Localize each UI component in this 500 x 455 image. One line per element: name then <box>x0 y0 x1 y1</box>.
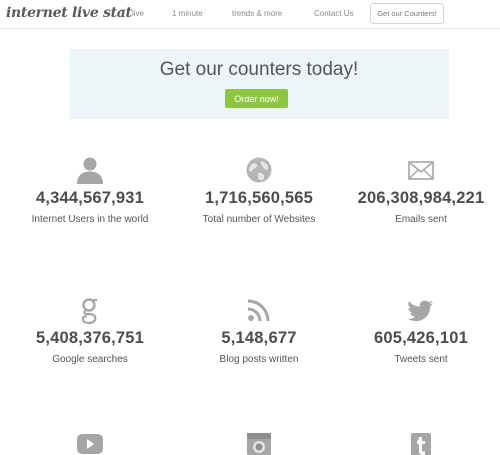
stat-youtube <box>7 431 173 455</box>
stat-label: Blog posts written <box>219 354 299 365</box>
instagram-icon <box>244 431 274 455</box>
stat-label: Total number of Websites <box>202 214 316 225</box>
promo-banner: Get our counters today! Order now! <box>69 49 449 119</box>
get-counters-button[interactable]: Get our Counters! <box>370 3 444 24</box>
stat-label: Internet Users in the world <box>31 214 149 225</box>
stat-emails: 206,308,984,221 Emails sent <box>338 155 500 225</box>
twitter-icon <box>406 295 436 325</box>
stat-value: 5,148,677 <box>221 329 297 347</box>
stat-tweets: 605,426,101 Tweets sent <box>338 295 500 365</box>
stat-blog-posts: 5,148,677 Blog posts written <box>176 295 342 365</box>
stat-internet-users: 4,344,567,931 Internet Users in the worl… <box>7 155 173 225</box>
tumblr-icon <box>406 431 436 455</box>
youtube-icon <box>75 431 105 455</box>
nav-link-trends[interactable]: trends & more <box>232 9 282 18</box>
promo-title: Get our counters today! <box>159 59 359 80</box>
site-logo[interactable]: internet live stat <box>6 5 132 21</box>
globe-icon <box>244 155 274 185</box>
rss-icon <box>244 295 274 325</box>
order-now-button[interactable]: Order now! <box>225 89 288 108</box>
stat-label: Tweets sent <box>394 354 448 365</box>
stat-value: 1,716,560,565 <box>204 189 314 207</box>
envelope-icon <box>406 155 436 185</box>
stat-instagram <box>176 431 342 455</box>
stat-value: 5,408,376,751 <box>35 329 145 347</box>
nav-link-contact[interactable]: Contact Us <box>314 9 354 18</box>
stat-label: Google searches <box>52 354 128 365</box>
user-icon <box>75 155 105 185</box>
google-icon <box>75 295 105 325</box>
nav-link-1-minute[interactable]: 1 minute <box>172 9 203 18</box>
stat-tumblr <box>338 431 500 455</box>
stat-value: 605,426,101 <box>374 329 468 347</box>
stat-websites: 1,716,560,565 Total number of Websites <box>176 155 342 225</box>
nav-link-live[interactable]: live <box>132 9 144 18</box>
stat-value: 206,308,984,221 <box>357 189 485 207</box>
stat-label: Emails sent <box>395 214 447 225</box>
stat-value: 4,344,567,931 <box>35 189 145 207</box>
top-navbar: internet live stat live 1 minute trends … <box>0 0 500 29</box>
stat-google-searches: 5,408,376,751 Google searches <box>7 295 173 365</box>
